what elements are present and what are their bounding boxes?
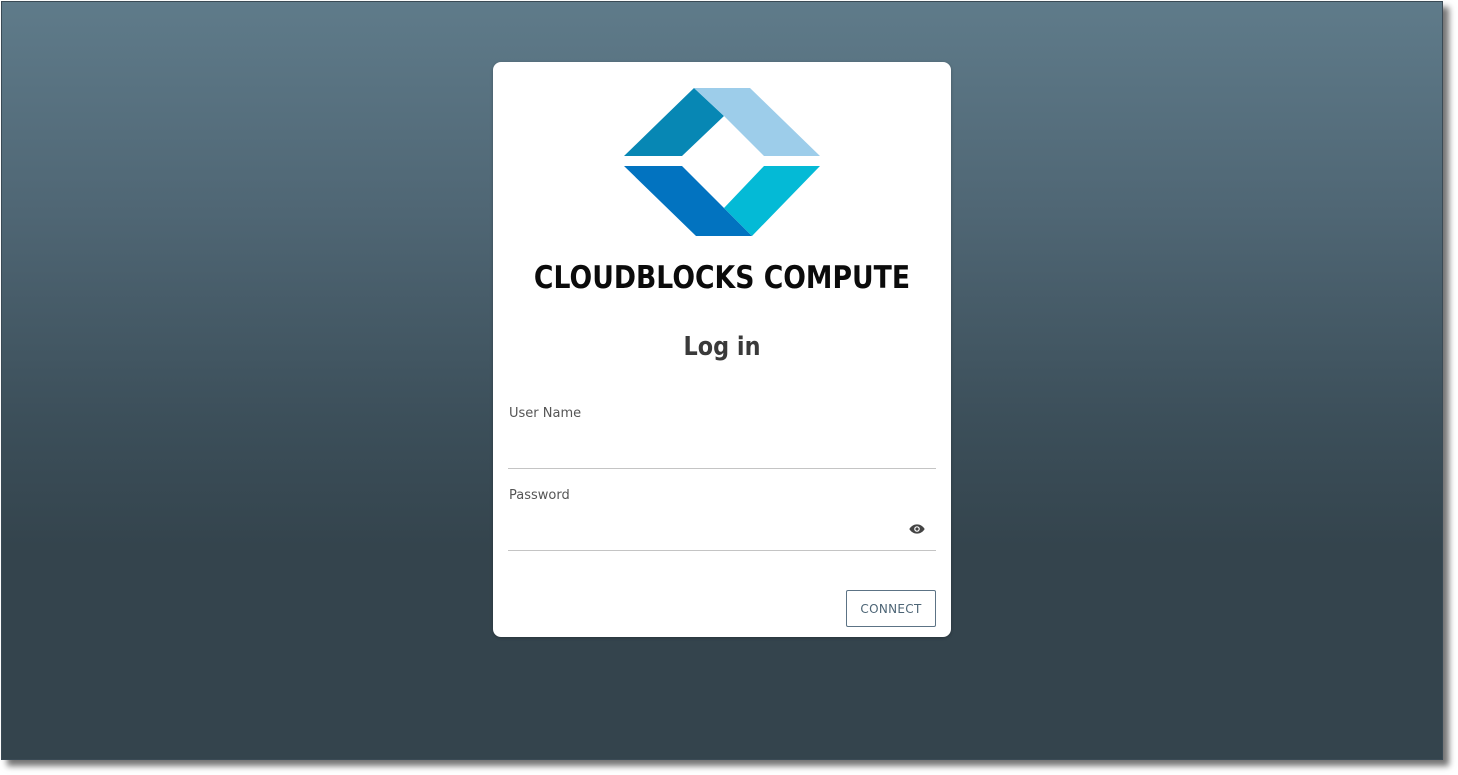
eye-icon[interactable] <box>909 522 925 536</box>
connect-button[interactable]: CONNECT <box>846 590 936 627</box>
username-label: User Name <box>509 406 582 421</box>
brand-title: CLOUDBLOCKS COMPUTE <box>533 260 911 296</box>
page-title: Log in <box>683 332 761 362</box>
login-screen: CLOUDBLOCKS COMPUTE Log in User Name Pas… <box>1 1 1443 760</box>
password-field: Password <box>508 488 936 552</box>
cloudblocks-logo-icon <box>624 88 820 236</box>
username-field: User Name <box>508 406 936 470</box>
password-input[interactable] <box>508 514 908 544</box>
password-underline <box>508 550 936 551</box>
username-input[interactable] <box>508 432 908 462</box>
password-label: Password <box>509 488 570 503</box>
username-underline <box>508 468 936 469</box>
login-card: CLOUDBLOCKS COMPUTE Log in User Name Pas… <box>493 62 951 637</box>
